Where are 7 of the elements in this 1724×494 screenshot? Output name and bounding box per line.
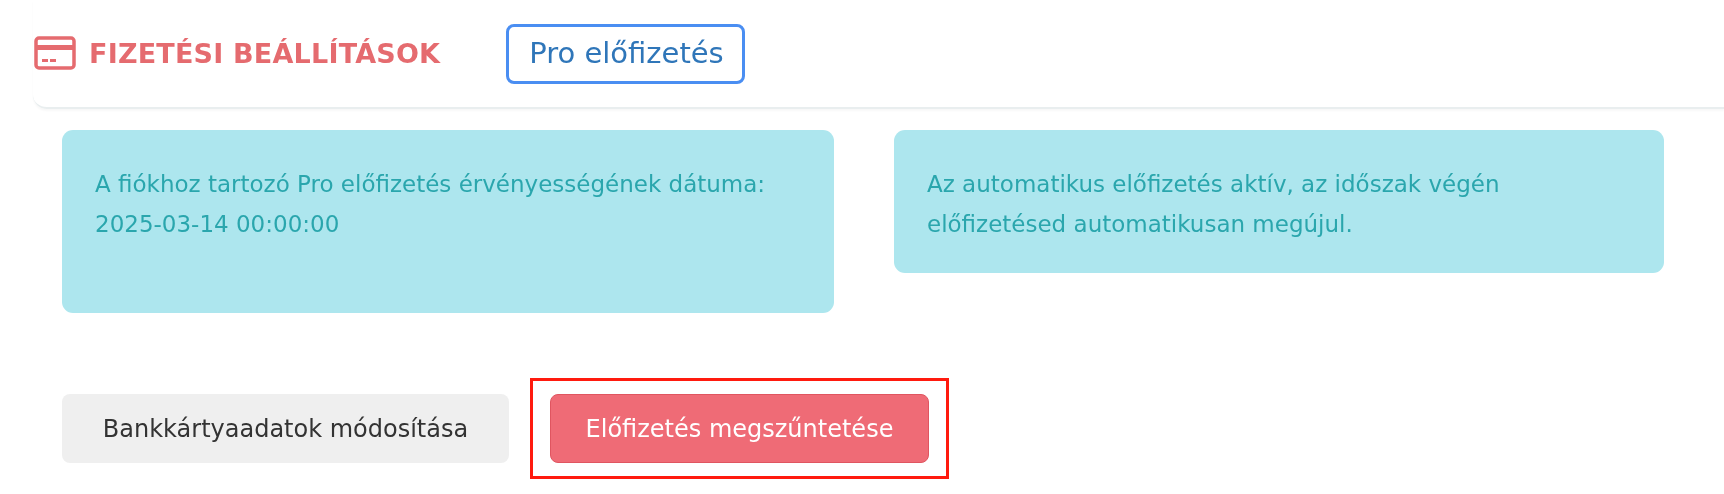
plan-badge: Pro előfizetés — [506, 23, 745, 84]
edit-card-button[interactable]: Bankkártyaadatok módosítása — [62, 394, 509, 463]
notice-text: Az automatikus előfizetés aktív, az időszak végén előfizetésed automatikusan megújul. — [927, 170, 1501, 239]
expiry-date: 2025-03-14 00:00:00 — [95, 210, 341, 239]
section-title: FIZETÉSI BEÁLLÍTÁSOK — [89, 38, 441, 69]
credit-card-icon — [34, 35, 76, 70]
notice-text: A fiókhoz tartozó Pro előfizetés érvényességének dátuma: — [95, 170, 767, 199]
